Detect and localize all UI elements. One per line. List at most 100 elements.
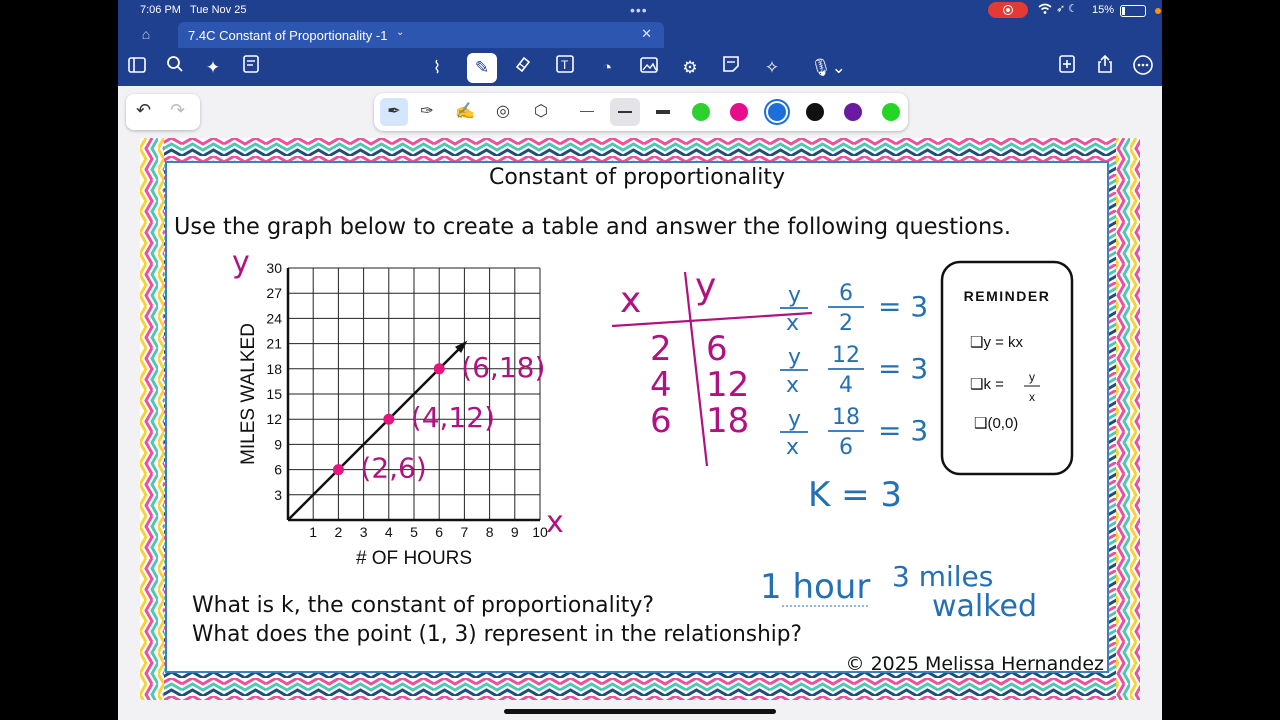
x-tick-label: 2 xyxy=(335,524,343,540)
tab-title: 7.4C Constant of Proportionality -1 xyxy=(188,28,388,43)
mic-indicator-icon xyxy=(1155,8,1161,14)
pen-color-swatch[interactable] xyxy=(730,103,748,121)
table-cell-x: 4 xyxy=(650,365,672,405)
pages-icon[interactable] xyxy=(238,55,264,81)
data-point xyxy=(383,413,395,425)
y-tick-label: 24 xyxy=(266,310,282,326)
search-icon[interactable] xyxy=(162,55,188,81)
reminder-item-k: ❑k = xyxy=(970,376,1004,393)
multitask-dots-icon[interactable]: ••• xyxy=(630,2,648,18)
thick-stroke-option[interactable] xyxy=(656,110,670,114)
pen-color-swatch[interactable] xyxy=(692,103,710,121)
share-icon[interactable] xyxy=(1092,54,1118,81)
thin-stroke-option[interactable] xyxy=(580,111,594,112)
redo-icon[interactable]: ↷ xyxy=(170,100,185,121)
reminder-k-num: y xyxy=(1029,370,1035,384)
ratio-denominator: 2 xyxy=(839,311,853,336)
x-tick-label: 9 xyxy=(511,524,519,540)
copyright: © 2025 Melissa Hernandez xyxy=(846,653,1104,675)
x-tick-label: 4 xyxy=(385,524,393,540)
chevron-down-icon[interactable]: ⌄ xyxy=(396,27,404,38)
text-box-icon[interactable]: T xyxy=(552,55,578,81)
table-cell-x: 2 xyxy=(650,329,672,369)
ratio-denominator: 6 xyxy=(839,435,853,460)
ratio-y: y xyxy=(788,407,801,432)
ink-settings-icon[interactable]: ◎ xyxy=(492,101,514,123)
table-header-x: x xyxy=(620,280,641,321)
chevron-border-right xyxy=(1116,138,1140,700)
answer-hour: 1 hour xyxy=(760,567,870,607)
lasso-icon[interactable]: ⌇ xyxy=(424,55,450,81)
table-cell-y: 6 xyxy=(706,329,728,369)
add-page-icon[interactable] xyxy=(1054,55,1080,81)
app-window: 7:06 PM Tue Nov 25 ••• ➶ ☾ 15% ⌂ 7.4C Co… xyxy=(118,0,1162,720)
pen-tray: ✒ ✑ ✍ ◎ ⬡ xyxy=(374,93,908,131)
magic-icon[interactable]: ✦ xyxy=(200,55,226,81)
y-axis-label: MILES WALKED xyxy=(238,323,259,465)
home-indicator[interactable] xyxy=(504,709,776,714)
wifi-icon xyxy=(1038,3,1052,18)
eraser-icon[interactable] xyxy=(510,55,536,81)
sidebar-icon[interactable] xyxy=(124,55,150,81)
ratio-numerator: 6 xyxy=(839,281,853,306)
screen-record-icon[interactable] xyxy=(988,2,1028,18)
ratio-result: = 3 xyxy=(878,290,928,323)
pen-color-swatch[interactable] xyxy=(882,103,900,121)
more-icon[interactable] xyxy=(1130,55,1156,81)
image-icon[interactable] xyxy=(636,55,662,81)
y-tick-label: 15 xyxy=(266,386,282,402)
close-icon[interactable]: ✕ xyxy=(641,26,652,42)
data-point xyxy=(332,464,344,476)
reminder-item-y-kx: ❑y = kx xyxy=(970,334,1024,351)
ratio-result: = 3 xyxy=(878,414,928,447)
x-tick-label: 1 xyxy=(309,524,317,540)
y-tick-label: 27 xyxy=(266,285,282,301)
home-icon[interactable]: ⌂ xyxy=(136,26,156,44)
ratio-x: x xyxy=(786,311,799,336)
status-date: Tue Nov 25 xyxy=(190,4,247,16)
y-tick-label: 21 xyxy=(266,336,282,352)
worksheet-title: Constant of proportionality xyxy=(489,165,785,190)
ratio-result: = 3 xyxy=(878,352,928,385)
y-tick-label: 30 xyxy=(266,260,282,276)
ratio-x: x xyxy=(786,373,799,398)
medium-stroke-option[interactable] xyxy=(618,111,632,113)
x-tick-label: 7 xyxy=(461,524,469,540)
do-not-disturb-icon: ☾ xyxy=(1068,3,1078,15)
table-cell-y: 12 xyxy=(706,365,749,405)
x-tick-label: 8 xyxy=(486,524,494,540)
question-k: What is k, the constant of proportionali… xyxy=(192,593,654,618)
document-tab[interactable]: 7.4C Constant of Proportionality -1 ⌄ ✕ xyxy=(178,22,664,48)
answer-walked: walked xyxy=(932,589,1037,624)
sticky-note-icon[interactable] xyxy=(718,55,744,81)
ratio-numerator: 18 xyxy=(832,405,860,430)
pen-color-swatch[interactable] xyxy=(844,103,862,121)
question-point: What does the point (1, 3) represent in … xyxy=(192,622,802,647)
undo-icon[interactable]: ↶ xyxy=(136,100,151,121)
pen-color-swatch[interactable] xyxy=(768,103,786,121)
x-tick-label: 6 xyxy=(435,524,443,540)
table-cell-y: 18 xyxy=(706,401,749,441)
elements-icon[interactable]: ⚙ xyxy=(677,55,703,81)
ratio-y: y xyxy=(788,345,801,370)
chevron-border-left xyxy=(140,138,164,700)
shapes-icon[interactable]: ◔ xyxy=(594,55,620,81)
brush-pen-icon[interactable]: ✍ xyxy=(454,101,476,123)
worksheet-page[interactable]: Constant of proportionality Use the grap… xyxy=(140,138,1140,700)
y-tick-label: 6 xyxy=(274,462,282,478)
x-tick-label: 3 xyxy=(360,524,368,540)
y-tick-label: 3 xyxy=(274,487,282,503)
pen-shapes-icon[interactable]: ⬡ xyxy=(530,101,552,123)
fountain-pen-icon[interactable]: ✒ xyxy=(380,98,408,126)
pen-color-swatch[interactable] xyxy=(806,103,824,121)
point-label: (4,12) xyxy=(411,401,495,434)
status-time: 7:06 PM xyxy=(140,4,181,16)
reminder-title: REMINDER xyxy=(964,288,1051,304)
microphone-icon[interactable]: 🎙⌄ xyxy=(808,55,848,81)
pen-icon[interactable]: ✎ xyxy=(467,53,497,83)
top-toolbar: 7:06 PM Tue Nov 25 ••• ➶ ☾ 15% ⌂ 7.4C Co… xyxy=(118,0,1162,86)
ball-pen-icon[interactable]: ✑ xyxy=(416,101,438,123)
ratio-y: y xyxy=(788,283,801,308)
laser-pointer-icon[interactable]: ✧ xyxy=(759,55,785,81)
data-point xyxy=(433,363,445,375)
